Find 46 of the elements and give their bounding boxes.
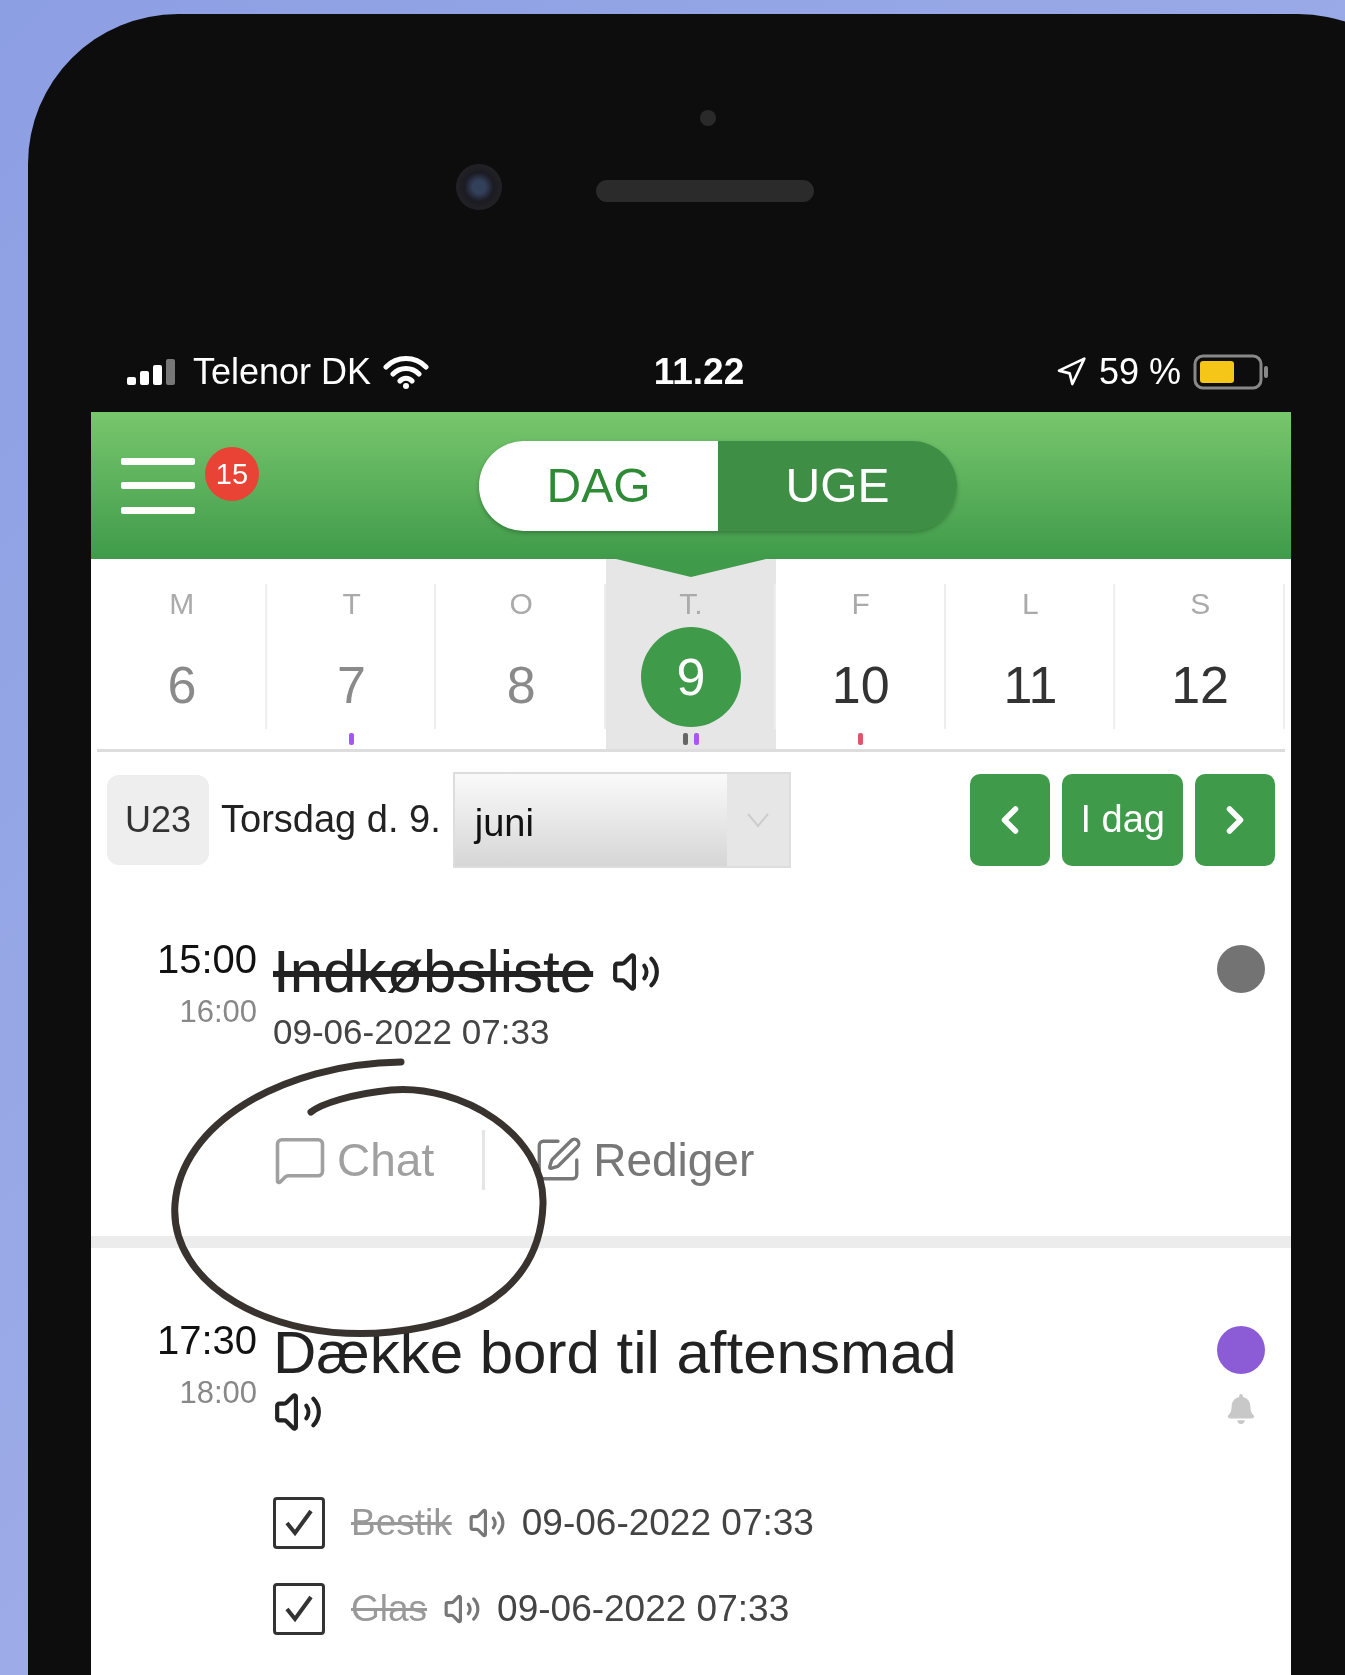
battery-percent: 59 % [1098,351,1181,393]
checkbox[interactable] [273,1497,325,1549]
event-title: Dække bord til aftensmad [273,1318,957,1387]
wifi-icon [383,355,430,389]
date-label: Torsdag d. 9. [221,798,441,841]
checklist-item-label: Glas [351,1588,428,1630]
weekday-letter: T [342,587,361,621]
battery-icon [1193,354,1271,390]
notification-badge: 15 [205,447,259,501]
weekday-letter: S [1190,587,1211,621]
item-timestamp: 09-06-2022 07:33 [521,1502,814,1544]
day-number: 7 [336,655,367,716]
previous-button[interactable] [970,773,1051,866]
week-number: U23 [107,774,210,865]
day-number: 10 [830,655,891,716]
sensor-dot [700,110,716,126]
weekday-letter: T. [679,587,703,621]
clock-time: 11.22 [653,351,745,393]
end-time: 18:00 [179,1375,257,1411]
today-button[interactable]: I dag [1062,773,1183,866]
view-tab[interactable]: UGE [718,440,957,531]
day-number: 9 [641,627,741,727]
event-timestamp: 09-06-2022 07:33 [273,1012,551,1052]
end-time: 16:00 [179,994,257,1030]
month-select[interactable]: juni [452,771,791,868]
camera-lens [456,164,502,210]
day-number: 8 [505,655,537,716]
weekday-letter: L [1022,587,1039,621]
start-time: 15:00 [156,937,257,982]
weekday-letter: O [509,587,533,621]
event-title: Indkøbsliste [273,937,594,1006]
checkbox[interactable] [273,1583,325,1635]
day-cell[interactable]: T. 9 [606,559,776,749]
next-button[interactable] [1195,773,1275,866]
edit-button[interactable]: Rediger [533,1133,755,1187]
carrier-name: Telenor DK [193,351,372,393]
day-number: 11 [1002,655,1059,716]
day-number: 12 [1170,655,1231,716]
view-tab[interactable]: DAG [479,440,718,531]
start-time: 17:30 [156,1318,257,1363]
weekday-letter: F [851,587,870,621]
menu-button[interactable] [121,457,195,514]
day-number: 6 [166,655,198,716]
weekday-letter: M [169,587,195,621]
checklist-item-label: Bestik [351,1502,452,1544]
item-timestamp: 09-06-2022 07:33 [497,1588,790,1630]
